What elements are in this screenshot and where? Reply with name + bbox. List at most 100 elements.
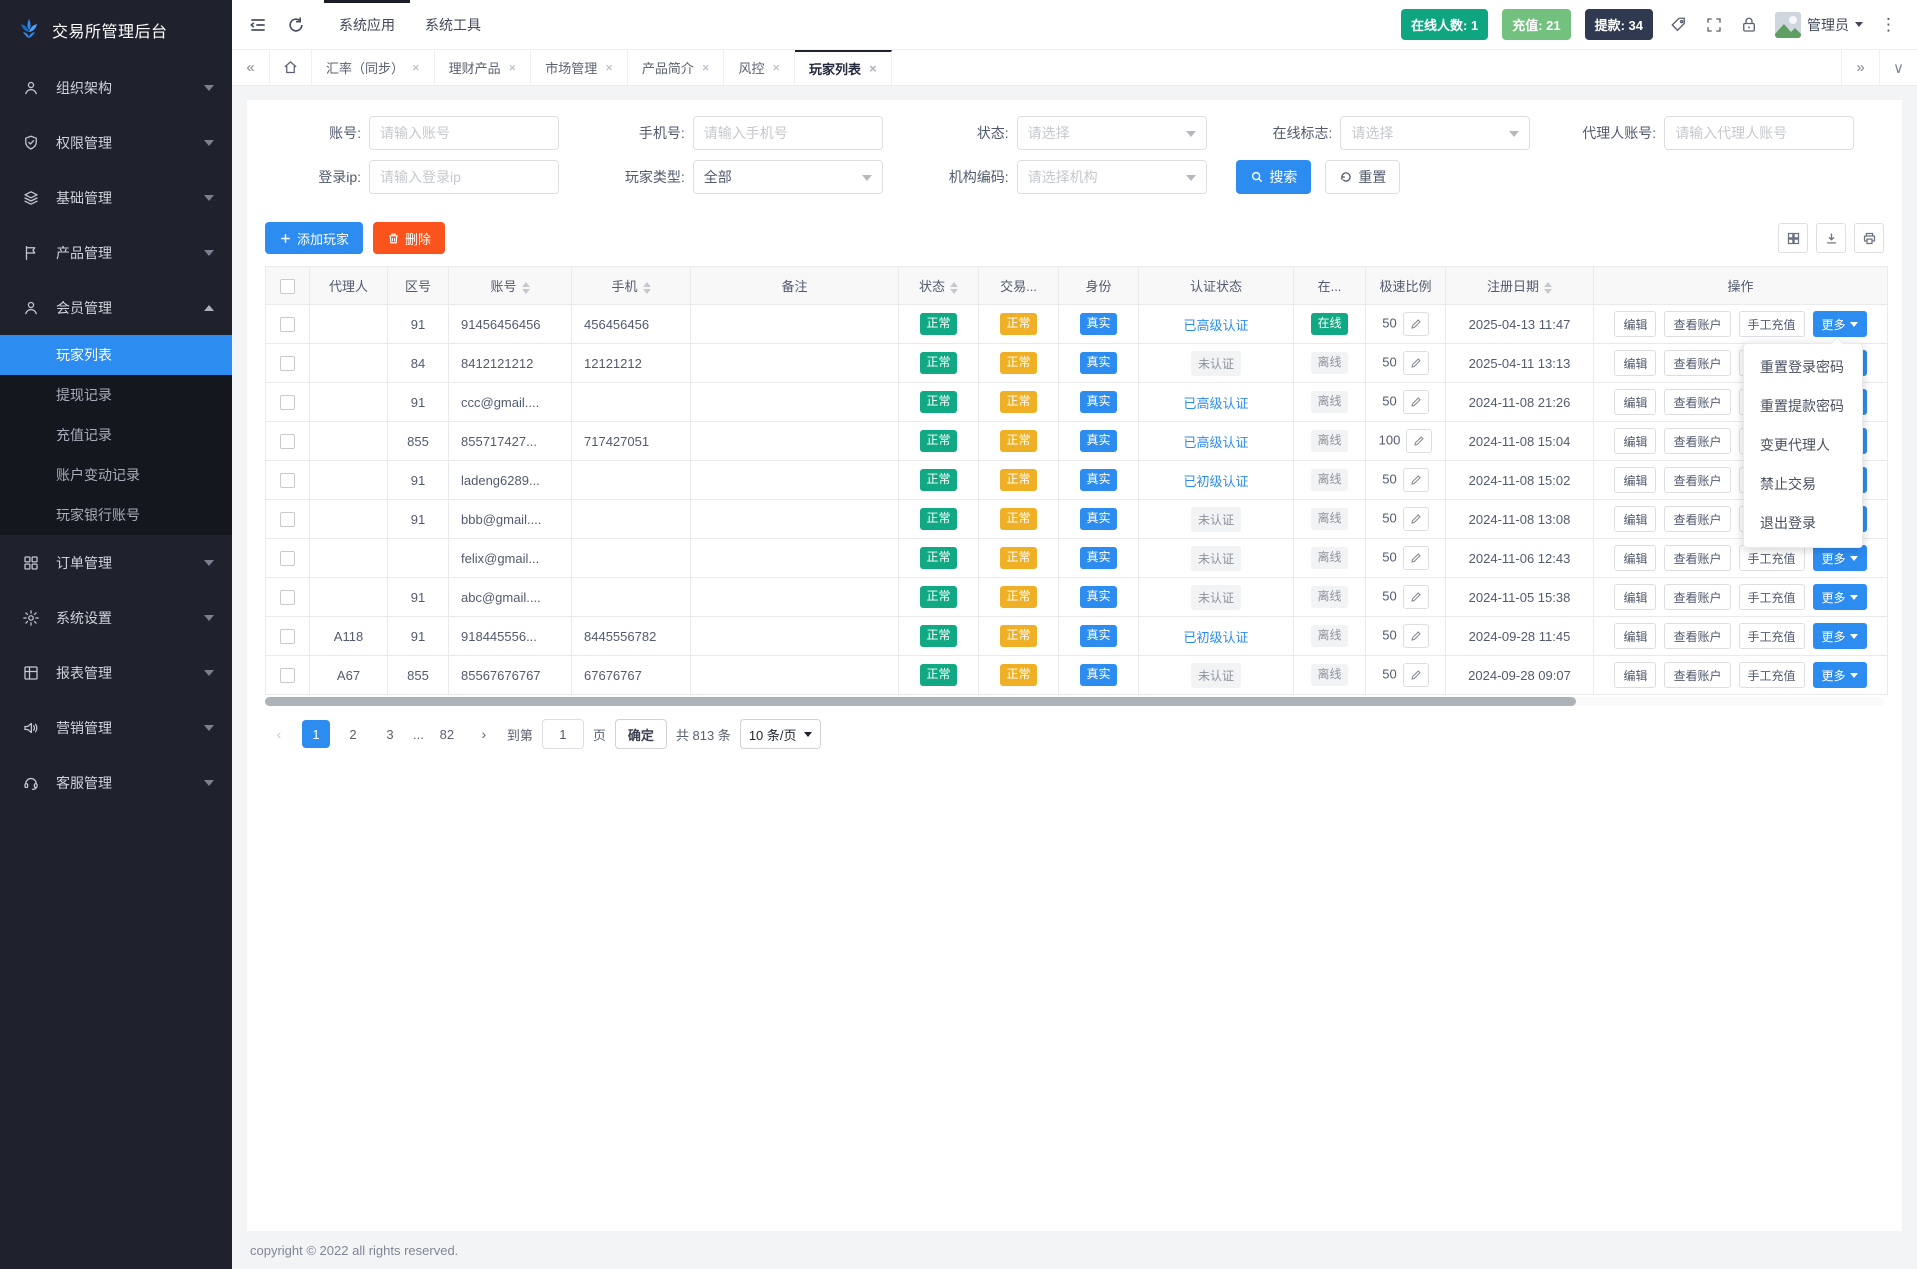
tab-home[interactable] <box>270 50 312 85</box>
edit-ratio-button[interactable] <box>1403 585 1429 609</box>
row-checkbox[interactable] <box>280 551 295 566</box>
dropdown-item-退出登录[interactable]: 退出登录 <box>1744 504 1862 543</box>
org-code-select[interactable]: 请选择机构 <box>1017 160 1207 194</box>
phone-input[interactable]: 请输入手机号 <box>693 116 883 150</box>
close-icon[interactable]: × <box>509 60 517 75</box>
dropdown-item-重置登录密码[interactable]: 重置登录密码 <box>1744 348 1862 387</box>
sidebar-item-客服管理[interactable]: 客服管理 <box>0 755 232 810</box>
page-size-select[interactable]: 10 条/页 <box>740 719 821 749</box>
export-icon[interactable] <box>1816 223 1846 253</box>
view-account-button[interactable]: 查看账户 <box>1664 506 1730 532</box>
sidebar-subitem-玩家列表[interactable]: 玩家列表 <box>0 335 232 375</box>
edit-button[interactable]: 编辑 <box>1614 545 1656 571</box>
sidebar-item-订单管理[interactable]: 订单管理 <box>0 535 232 590</box>
close-icon[interactable]: × <box>772 60 780 75</box>
view-account-button[interactable]: 查看账户 <box>1664 467 1730 493</box>
fullscreen-icon[interactable] <box>1705 16 1723 34</box>
row-checkbox[interactable] <box>280 590 295 605</box>
dropdown-item-变更代理人[interactable]: 变更代理人 <box>1744 426 1862 465</box>
close-icon[interactable]: × <box>412 60 420 75</box>
goto-page-input[interactable]: 1 <box>542 719 584 749</box>
stat-badge-withdraw-count[interactable]: 提款: 34 <box>1585 9 1653 40</box>
edit-button[interactable]: 编辑 <box>1614 623 1656 649</box>
row-checkbox[interactable] <box>280 512 295 527</box>
tabs-scroll-right[interactable]: » <box>1841 50 1879 85</box>
tab-汇率（同步）[interactable]: 汇率（同步）× <box>312 50 435 85</box>
more-button[interactable]: 更多 <box>1813 545 1867 571</box>
auth-status-link[interactable]: 已初级认证 <box>1183 474 1248 489</box>
refresh-icon[interactable] <box>286 15 306 35</box>
view-account-button[interactable]: 查看账户 <box>1664 389 1730 415</box>
manual-deposit-button[interactable]: 手工充值 <box>1739 623 1805 649</box>
col-header-账号[interactable]: 账号 <box>449 267 572 305</box>
row-checkbox[interactable] <box>280 629 295 644</box>
auth-status-link[interactable]: 已初级认证 <box>1183 630 1248 645</box>
sort-icon[interactable] <box>1544 282 1552 294</box>
view-account-button[interactable]: 查看账户 <box>1664 662 1730 688</box>
col-header-状态[interactable]: 状态 <box>899 267 979 305</box>
edit-button[interactable]: 编辑 <box>1614 389 1656 415</box>
more-button[interactable]: 更多 <box>1813 584 1867 610</box>
auth-status-link[interactable]: 已高级认证 <box>1183 396 1248 411</box>
reset-button[interactable]: 重置 <box>1325 160 1400 194</box>
edit-button[interactable]: 编辑 <box>1614 350 1656 376</box>
edit-button[interactable]: 编辑 <box>1614 506 1656 532</box>
scrollbar-thumb[interactable] <box>265 697 1576 706</box>
row-checkbox[interactable] <box>280 317 295 332</box>
row-checkbox[interactable] <box>280 356 295 371</box>
dropdown-item-重置提款密码[interactable]: 重置提款密码 <box>1744 387 1862 426</box>
close-icon[interactable]: × <box>702 60 710 75</box>
player-type-select[interactable]: 全部 <box>693 160 883 194</box>
next-page-button[interactable]: › <box>470 720 498 748</box>
manual-deposit-button[interactable]: 手工充值 <box>1739 584 1805 610</box>
user-menu[interactable]: 管理员 <box>1775 12 1863 38</box>
tabs-menu-icon[interactable]: ∨ <box>1879 50 1917 85</box>
more-button[interactable]: 更多 <box>1813 311 1867 337</box>
prev-page-button[interactable]: ‹ <box>265 720 293 748</box>
edit-button[interactable]: 编辑 <box>1614 467 1656 493</box>
auth-status-link[interactable]: 已高级认证 <box>1183 435 1248 450</box>
sort-icon[interactable] <box>522 282 530 294</box>
edit-ratio-button[interactable] <box>1403 507 1429 531</box>
online-flag-select[interactable]: 请选择 <box>1340 116 1530 150</box>
col-header-注册日期[interactable]: 注册日期 <box>1446 267 1594 305</box>
sidebar-item-报表管理[interactable]: 报表管理 <box>0 645 232 700</box>
tabs-scroll-left[interactable]: « <box>232 50 270 85</box>
topnav-menu-系统应用[interactable]: 系统应用 <box>324 0 410 50</box>
edit-ratio-button[interactable] <box>1403 624 1429 648</box>
row-checkbox[interactable] <box>280 473 295 488</box>
sidebar-item-系统设置[interactable]: 系统设置 <box>0 590 232 645</box>
sidebar-subitem-充值记录[interactable]: 充值记录 <box>0 415 232 455</box>
edit-ratio-button[interactable] <box>1403 390 1429 414</box>
page-button-1[interactable]: 1 <box>302 720 330 748</box>
login-ip-input[interactable]: 请输入登录ip <box>369 160 559 194</box>
edit-ratio-button[interactable] <box>1403 312 1429 336</box>
page-button-3[interactable]: 3 <box>376 720 404 748</box>
confirm-button[interactable]: 确定 <box>615 719 667 749</box>
edit-ratio-button[interactable] <box>1403 546 1429 570</box>
view-account-button[interactable]: 查看账户 <box>1664 623 1730 649</box>
dropdown-item-禁止交易[interactable]: 禁止交易 <box>1744 465 1862 504</box>
sort-icon[interactable] <box>643 282 651 294</box>
tab-玩家列表[interactable]: 玩家列表× <box>795 50 892 85</box>
sidebar-item-基础管理[interactable]: 基础管理 <box>0 170 232 225</box>
more-button[interactable]: 更多 <box>1813 623 1867 649</box>
stat-badge-online-count[interactable]: 在线人数: 1 <box>1401 9 1488 40</box>
stat-badge-deposit-count[interactable]: 充值: 21 <box>1502 9 1570 40</box>
auth-status-link[interactable]: 已高级认证 <box>1183 318 1248 333</box>
topnav-menu-系统工具[interactable]: 系统工具 <box>410 0 496 50</box>
sidebar-item-权限管理[interactable]: 权限管理 <box>0 115 232 170</box>
close-icon[interactable]: × <box>869 61 877 76</box>
edit-ratio-button[interactable] <box>1403 351 1429 375</box>
edit-ratio-button[interactable] <box>1403 663 1429 687</box>
print-icon[interactable] <box>1854 223 1884 253</box>
account-input[interactable]: 请输入账号 <box>369 116 559 150</box>
close-icon[interactable]: × <box>605 60 613 75</box>
edit-button[interactable]: 编辑 <box>1614 311 1656 337</box>
row-checkbox[interactable] <box>280 668 295 683</box>
tab-风控[interactable]: 风控× <box>724 50 795 85</box>
edit-ratio-button[interactable] <box>1406 429 1432 453</box>
add-player-button[interactable]: 添加玩家 <box>265 222 363 254</box>
row-checkbox[interactable] <box>280 395 295 410</box>
view-account-button[interactable]: 查看账户 <box>1664 545 1730 571</box>
